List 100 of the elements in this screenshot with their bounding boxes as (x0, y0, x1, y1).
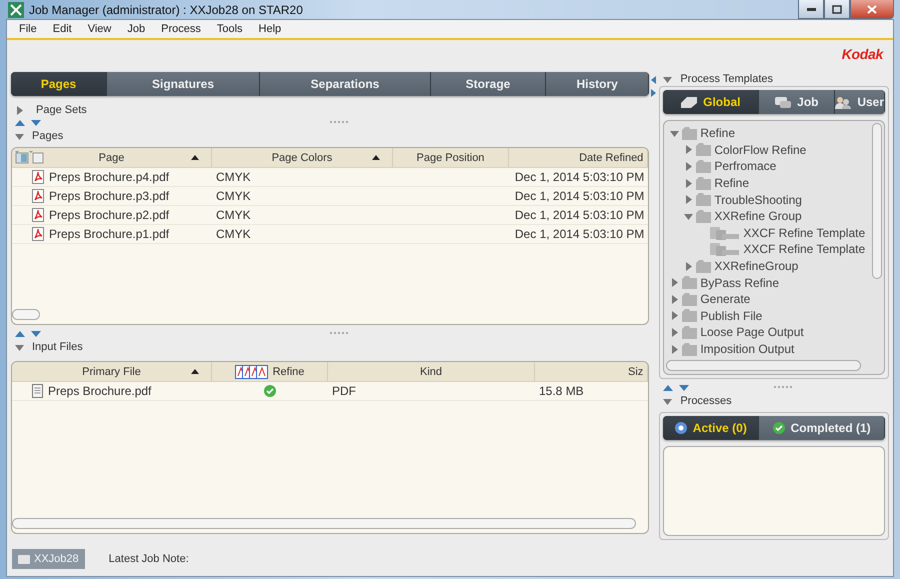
scrollbar-thumb[interactable] (12, 518, 636, 529)
menu-item[interactable]: Help (250, 23, 290, 35)
expand-arrow-icon[interactable] (15, 120, 25, 126)
expanded-arrow-icon[interactable] (670, 128, 680, 138)
tree-item[interactable]: XXCF Refine Template (743, 242, 866, 256)
close-icon (867, 4, 877, 14)
page-colors: CMYK (215, 227, 252, 241)
scrollbar-thumb[interactable] (872, 123, 882, 279)
column-header[interactable]: Page (12, 148, 212, 167)
tags-icon (775, 96, 792, 108)
tab[interactable]: Job (759, 90, 836, 114)
menu-item[interactable]: Process (153, 23, 209, 35)
maximize-button[interactable] (824, 0, 850, 19)
section-toggle-icon[interactable] (663, 396, 672, 406)
tree-item[interactable]: Refine (700, 126, 735, 140)
page-colors: CMYK (215, 170, 252, 184)
date-refined: Dec 1, 2014 5:03:10 PM (514, 227, 646, 241)
folder-icon (682, 126, 698, 140)
minimize-icon (806, 8, 816, 10)
section-toggle-icon[interactable] (15, 106, 24, 114)
column-header[interactable]: Date Refined (509, 148, 648, 167)
folder-icon (696, 143, 712, 156)
template-stack-icon (710, 242, 740, 256)
page-colors: CMYK (215, 189, 252, 203)
tree-item[interactable]: XXRefine Group (714, 209, 802, 224)
column-header[interactable]: Page Colors (212, 148, 393, 167)
section-toggle-icon[interactable] (663, 74, 672, 84)
sort-ascending-icon[interactable] (191, 369, 199, 374)
splitter-grip-icon[interactable] (774, 386, 794, 390)
tree-item[interactable]: Refine (714, 176, 749, 190)
file-size: 15.8 MB (538, 384, 585, 398)
pdf-file-icon (32, 208, 44, 222)
users-icon (835, 96, 852, 108)
file-name: Preps Brochure.p4.pdf (49, 170, 170, 184)
briefcase-icon (18, 554, 30, 564)
tab[interactable]: Completed (1) (759, 416, 885, 440)
tab[interactable]: Separations (260, 72, 431, 96)
menu-item[interactable]: Tools (208, 23, 251, 35)
tree-item[interactable]: XXRefineGroup (714, 259, 798, 274)
file-name: Preps Brochure.p1.pdf (49, 227, 170, 241)
window-title: Job Manager (administrator) : XXJob28 on STAR20 (29, 2, 303, 16)
scrollbar-thumb[interactable] (12, 309, 40, 320)
sort-ascending-icon[interactable] (372, 155, 380, 160)
file-name: Preps Brochure.p3.pdf (49, 189, 170, 203)
column-header[interactable]: Primary File (12, 362, 212, 381)
expanded-arrow-icon[interactable] (684, 212, 694, 221)
minimize-button[interactable] (798, 0, 824, 19)
menu-item[interactable]: File (11, 23, 45, 35)
splitter-grip-icon[interactable] (330, 121, 350, 124)
tree-item[interactable]: Generate (700, 292, 750, 306)
tree-item[interactable]: Perfromace (714, 159, 776, 174)
tab[interactable]: Global (663, 90, 760, 114)
column-header[interactable]: Refine (212, 362, 328, 381)
tree-item[interactable]: Imposition Output (700, 342, 794, 356)
collapse-arrow-icon[interactable] (31, 331, 41, 337)
expand-arrow-icon[interactable] (15, 331, 25, 337)
page-colors: CMYK (215, 208, 252, 222)
sort-ascending-icon[interactable] (191, 155, 199, 160)
section-label: Input Files (32, 341, 83, 353)
column-header[interactable]: Siz (535, 362, 648, 381)
tab[interactable]: Pages (11, 72, 107, 96)
menu-item[interactable]: Edit (44, 23, 80, 35)
check-icon (264, 385, 276, 397)
pdf-file-icon (32, 170, 44, 184)
tab[interactable]: Storage (431, 72, 546, 96)
scrollbar-thumb[interactable] (666, 360, 862, 372)
pdf-file-icon (32, 189, 44, 203)
menu-item[interactable]: Job (119, 23, 154, 35)
collapse-arrow-icon[interactable] (679, 385, 690, 392)
pdf-file-icon (32, 227, 44, 241)
column-header[interactable]: Page Position (393, 148, 509, 167)
date-refined: Dec 1, 2014 5:03:10 PM (514, 208, 646, 222)
column-header[interactable]: Kind (328, 362, 535, 381)
tab[interactable]: User (835, 90, 885, 114)
section-label: Pages (32, 130, 64, 142)
pdf-pages-icon (234, 364, 269, 378)
tree-item[interactable]: ByPass Refine (700, 276, 780, 290)
tree-item[interactable]: Publish File (700, 308, 762, 323)
section-toggle-icon[interactable] (15, 342, 24, 352)
folder-icon (682, 326, 698, 339)
close-button[interactable] (850, 0, 894, 19)
tab[interactable]: Signatures (107, 72, 260, 96)
tab[interactable]: History (546, 72, 650, 96)
tree-item[interactable]: ColorFlow Refine (714, 142, 806, 157)
app-icon (8, 2, 24, 18)
brand-logo: Kodak (842, 46, 883, 62)
splitter-grip-icon[interactable] (330, 332, 350, 335)
section-toggle-icon[interactable] (15, 132, 24, 140)
folder-icon (696, 176, 712, 190)
tree-item[interactable]: TroubleShooting (714, 192, 802, 207)
date-refined: Dec 1, 2014 5:03:10 PM (514, 170, 646, 184)
tree-item[interactable]: Loose Page Output (700, 325, 804, 340)
section-label: Page Sets (36, 104, 87, 116)
tab[interactable]: Active (0) (663, 416, 760, 440)
check-icon (772, 422, 785, 434)
tree-item[interactable]: XXCF Refine Template (743, 226, 866, 240)
expand-arrow-icon[interactable] (663, 385, 674, 392)
menu-item[interactable]: View (80, 23, 120, 35)
tag-icon (681, 96, 698, 108)
collapse-arrow-icon[interactable] (31, 120, 41, 126)
